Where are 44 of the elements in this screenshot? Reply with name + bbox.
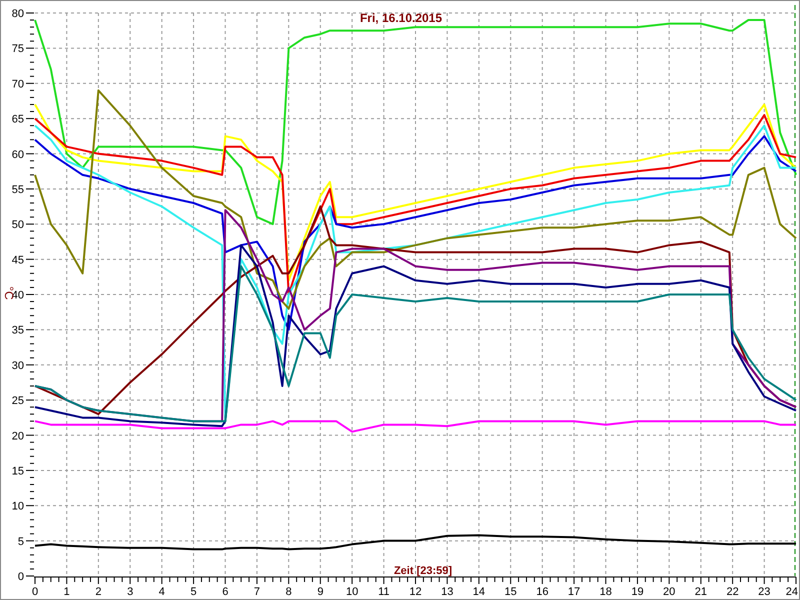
tick-label: 24	[786, 586, 798, 598]
tick-label: 4	[158, 586, 165, 598]
tick-label: 2	[95, 586, 102, 598]
tick-label: 18	[600, 586, 612, 598]
tick-label: 35	[12, 324, 24, 337]
tick-label: 12	[409, 586, 422, 598]
tick-label: 20	[12, 430, 24, 442]
tick-label: 45	[12, 254, 24, 266]
tick-label: 21	[694, 586, 707, 598]
tick-label: 50	[12, 219, 24, 232]
tick-label: 17	[568, 586, 580, 598]
tick-label: 6	[222, 586, 228, 598]
tick-label: 8	[286, 586, 292, 598]
tick-label: 3	[127, 586, 134, 598]
tick-label: 0	[32, 586, 38, 598]
tick-label: 10	[346, 586, 358, 598]
tick-label: 15	[504, 586, 517, 598]
tick-label: 40	[12, 290, 24, 302]
tick-label: 30	[12, 360, 24, 372]
tick-label: 11	[378, 586, 390, 598]
tick-label: 1	[64, 586, 70, 598]
tick-label: 16	[536, 586, 548, 598]
tick-label: 55	[12, 184, 24, 196]
tick-label: 5	[18, 536, 24, 548]
tick-label: 75	[12, 43, 24, 56]
tick-label: 20	[663, 586, 676, 598]
chart-title: Fri, 16.10.2015	[360, 11, 442, 25]
tick-label: 22	[726, 586, 739, 598]
tick-label: 13	[441, 586, 454, 598]
tick-label: 5	[190, 586, 197, 598]
tick-label: 65	[12, 114, 24, 126]
x-axis-title: Zeit [23:59]	[394, 565, 452, 577]
tick-label: 0	[18, 571, 24, 583]
tick-label: 70	[12, 78, 24, 90]
tick-label: 9	[317, 586, 324, 598]
tick-label: 15	[12, 465, 24, 478]
tick-label: 25	[12, 395, 24, 408]
tick-label: 60	[12, 148, 24, 161]
tick-label: 19	[631, 586, 644, 598]
tick-label: 14	[472, 586, 486, 598]
tick-label: 10	[12, 500, 24, 513]
tick-label: 7	[254, 586, 260, 598]
tick-label: 80	[12, 8, 24, 20]
tick-label: 23	[758, 586, 770, 598]
